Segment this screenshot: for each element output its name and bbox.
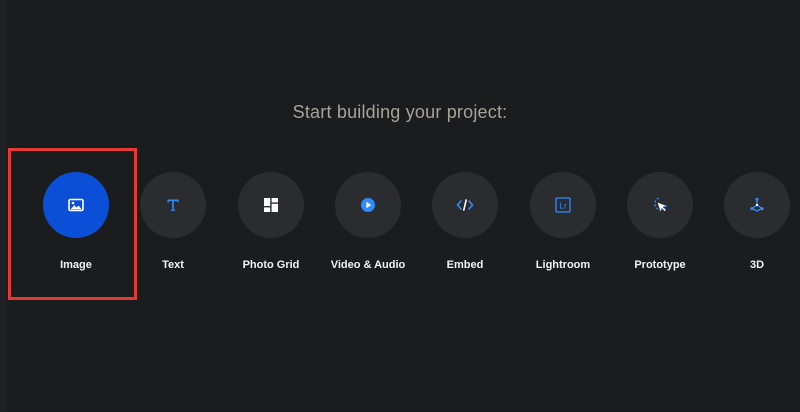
tool-embed-label: Embed xyxy=(446,259,484,271)
text-icon xyxy=(167,199,179,211)
code-icon xyxy=(456,199,474,211)
tool-image-label: Image xyxy=(60,259,92,271)
tool-photo-grid-button[interactable]: Photo Grid xyxy=(216,172,326,282)
tool-3d-button[interactable]: 3D xyxy=(702,172,800,282)
tool-video-audio-button[interactable]: Video & Audio xyxy=(313,172,423,282)
image-icon xyxy=(68,198,84,212)
tool-3d-label: 3D xyxy=(749,259,765,271)
tool-photo-grid-label: Photo Grid xyxy=(242,259,300,271)
tool-lightroom-tile: Lr xyxy=(530,172,596,238)
tool-prototype-tile xyxy=(627,172,693,238)
tool-embed-tile xyxy=(432,172,498,238)
tool-lightroom-button[interactable]: Lr Lightroom xyxy=(508,172,618,282)
3d-icon xyxy=(750,197,764,212)
lightroom-icon: Lr xyxy=(555,197,571,213)
tool-text-label: Text xyxy=(162,259,184,271)
lightroom-icon-glyph: Lr xyxy=(559,200,567,210)
tool-image-tile xyxy=(43,172,109,238)
page-heading: Start building your project: xyxy=(292,102,508,122)
photo-grid-icon xyxy=(264,198,278,212)
play-icon xyxy=(361,198,375,212)
tool-prototype-label: Prototype xyxy=(634,259,686,271)
cursor-click-icon xyxy=(654,197,668,212)
tool-video-audio-tile xyxy=(335,172,401,238)
tool-text-tile xyxy=(140,172,206,238)
tool-3d-tile xyxy=(724,172,790,238)
tool-image-button[interactable]: Image xyxy=(21,172,131,282)
tool-lightroom-label: Lightroom xyxy=(535,259,591,271)
tool-embed-button[interactable]: Embed xyxy=(410,172,520,282)
tool-text-button[interactable]: Text xyxy=(118,172,228,282)
tool-photo-grid-tile xyxy=(238,172,304,238)
tool-prototype-button[interactable]: Prototype xyxy=(605,172,715,282)
tool-video-audio-label: Video & Audio xyxy=(330,259,406,271)
left-edge-strip xyxy=(0,0,6,412)
